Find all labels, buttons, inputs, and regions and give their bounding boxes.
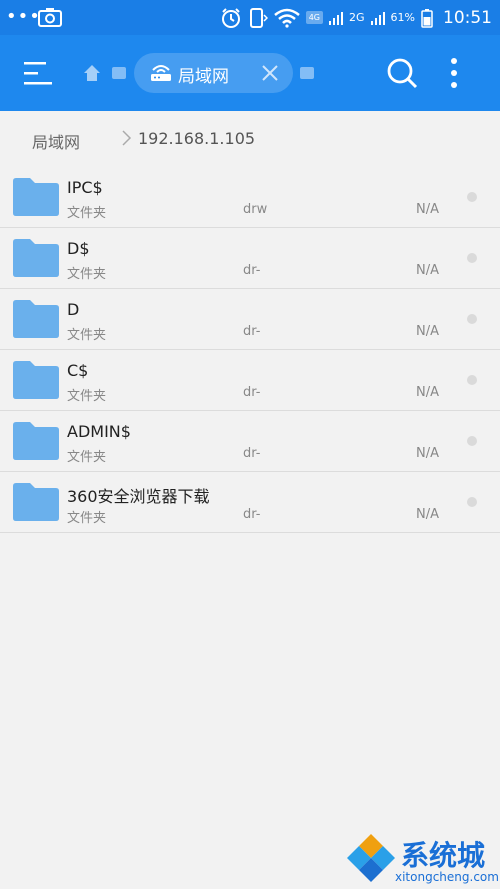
item-type: 文件夹 (67, 267, 107, 282)
tab-label: 局域网 (178, 67, 229, 87)
item-type: 文件夹 (67, 206, 107, 221)
select-checkbox[interactable] (467, 314, 477, 324)
item-type: 文件夹 (67, 450, 107, 465)
battery-charging-icon (421, 8, 433, 28)
item-permissions: dr- (243, 385, 261, 400)
tab-previous-icon[interactable] (112, 67, 126, 79)
watermark: 系统城 xitongcheng.com (345, 832, 500, 889)
clock: 10:51 (443, 7, 492, 28)
item-size: N/A (416, 507, 439, 522)
select-checkbox[interactable] (467, 497, 477, 507)
router-icon (151, 65, 171, 81)
breadcrumb: 局域网 192.168.1.105 (0, 111, 500, 167)
watermark-url: xitongcheng.com (395, 870, 499, 884)
file-list: IPC$ 文件夹 drw N/A D$ 文件夹 dr- N/A D 文件夹 dr… (0, 167, 500, 533)
item-name: ADMIN$ (67, 422, 131, 441)
select-checkbox[interactable] (467, 192, 477, 202)
wifi-icon (273, 8, 300, 28)
battery-percent: 61% (390, 11, 415, 24)
menu-icon[interactable] (22, 59, 54, 89)
network-type-2: 2G (349, 11, 365, 24)
more-options-icon[interactable] (448, 57, 460, 89)
item-name: D$ (67, 239, 90, 258)
folder-icon (13, 361, 59, 399)
list-item[interactable]: C$ 文件夹 dr- N/A (0, 350, 500, 411)
tab-next-icon[interactable] (300, 67, 314, 79)
list-item[interactable]: IPC$ 文件夹 drw N/A (0, 167, 500, 228)
item-permissions: dr- (243, 446, 261, 461)
item-type: 文件夹 (67, 328, 107, 343)
item-size: N/A (416, 385, 439, 400)
item-size: N/A (416, 446, 439, 461)
app-bar: 局域网 (0, 35, 500, 111)
item-permissions: dr- (243, 507, 261, 522)
item-size: N/A (416, 202, 439, 217)
item-permissions: dr- (243, 263, 261, 278)
breadcrumb-root[interactable]: 局域网 (32, 129, 80, 153)
home-icon[interactable] (83, 64, 101, 82)
item-permissions: dr- (243, 324, 261, 339)
item-type: 文件夹 (67, 511, 107, 526)
list-item[interactable]: ADMIN$ 文件夹 dr- N/A (0, 411, 500, 472)
watermark-logo-icon (347, 834, 395, 882)
select-checkbox[interactable] (467, 375, 477, 385)
folder-icon (13, 483, 59, 521)
phone-vibrate-icon (249, 7, 268, 28)
chevron-right-icon (122, 130, 132, 146)
folder-icon (13, 300, 59, 338)
signal-icon (329, 11, 344, 25)
list-item[interactable]: D 文件夹 dr- N/A (0, 289, 500, 350)
screenshot-icon (38, 8, 62, 27)
item-size: N/A (416, 324, 439, 339)
folder-icon (13, 422, 59, 460)
item-name: 360安全浏览器下载 (67, 487, 210, 506)
folder-icon (13, 178, 59, 216)
close-tab-icon[interactable] (261, 64, 279, 82)
breadcrumb-current[interactable]: 192.168.1.105 (138, 129, 255, 148)
more-notifications-icon: ••• (6, 6, 41, 27)
search-icon[interactable] (386, 57, 418, 89)
select-checkbox[interactable] (467, 436, 477, 446)
network-type-badge: 4G (305, 11, 324, 24)
item-name: C$ (67, 361, 89, 380)
folder-icon (13, 239, 59, 277)
signal-2-icon (370, 11, 385, 25)
tab-lan[interactable]: 局域网 (134, 53, 293, 93)
item-name: D (67, 300, 80, 319)
item-permissions: drw (243, 202, 268, 217)
item-size: N/A (416, 263, 439, 278)
list-item[interactable]: D$ 文件夹 dr- N/A (0, 228, 500, 289)
status-bar: ••• 4G 2G 61% 10:51 (0, 0, 500, 35)
item-name: IPC$ (67, 178, 103, 197)
select-checkbox[interactable] (467, 253, 477, 263)
watermark-title: 系统城 (401, 839, 486, 872)
list-item[interactable]: 360安全浏览器下载 文件夹 dr- N/A (0, 472, 500, 533)
item-type: 文件夹 (67, 389, 107, 404)
alarm-icon (221, 7, 240, 28)
